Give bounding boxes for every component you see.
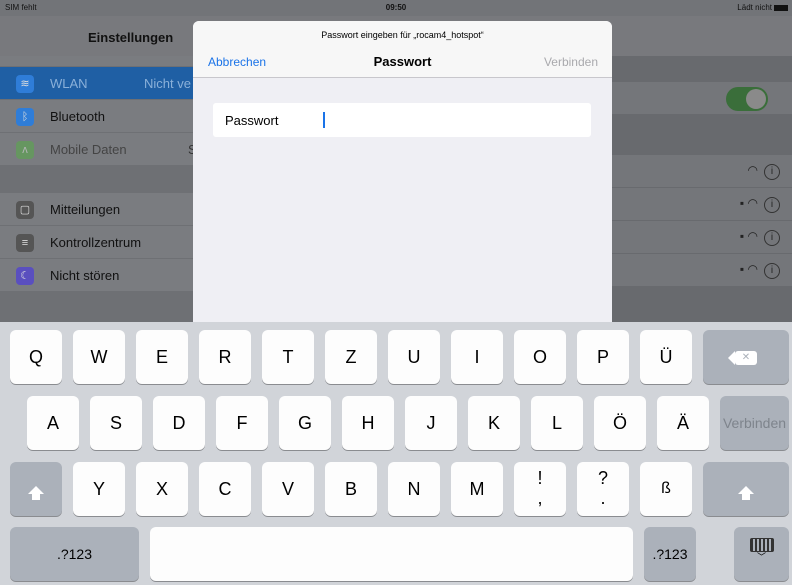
connect-button[interactable]: Verbinden <box>544 55 598 69</box>
wlan-toggle[interactable] <box>726 87 768 111</box>
return-connect-key[interactable]: Verbinden <box>720 396 789 450</box>
info-icon[interactable]: i <box>764 197 780 213</box>
key-bottom-char: . <box>600 488 606 508</box>
key-j[interactable]: J <box>405 396 457 450</box>
key-a[interactable]: A <box>27 396 79 450</box>
key-g[interactable]: G <box>279 396 331 450</box>
password-field[interactable]: Passwort <box>213 103 591 137</box>
network-status-icons: ▪ ◠ i <box>740 262 780 279</box>
lock-icon: ▪ <box>739 262 745 276</box>
antenna-icon: ᴧ <box>16 141 34 159</box>
key-bottom-char: , <box>537 488 543 508</box>
sidebar-item-label: Mobile Daten <box>50 142 127 157</box>
keyboard-dismiss-key[interactable]: ﹀ <box>734 527 789 581</box>
key-p[interactable]: P <box>577 330 629 384</box>
sidebar-item-value: Nicht ve <box>144 76 191 91</box>
network-status-icons: ▪ ◠ i <box>740 229 780 246</box>
battery-status: Lädt nicht <box>737 3 788 12</box>
key-d[interactable]: D <box>153 396 205 450</box>
key-w[interactable]: W <box>73 330 125 384</box>
key-sharp-s[interactable]: ß <box>640 462 692 516</box>
shift-icon <box>28 486 44 501</box>
key-ue[interactable]: Ü <box>640 330 692 384</box>
key-top-char: ! <box>537 468 543 488</box>
text-cursor <box>323 112 325 128</box>
onscreen-keyboard: Q W E R T Z U I O P Ü ✕ A S D F G H J K … <box>0 322 792 585</box>
network-status-icons: ◠ i <box>748 163 780 180</box>
lock-icon: ▪ <box>739 196 745 210</box>
key-ae[interactable]: Ä <box>657 396 709 450</box>
key-x[interactable]: X <box>136 462 188 516</box>
key-e[interactable]: E <box>136 330 188 384</box>
moon-icon: ☾ <box>16 267 34 285</box>
key-o[interactable]: O <box>514 330 566 384</box>
network-status-icons: ▪ ◠ i <box>740 196 780 213</box>
key-oe[interactable]: Ö <box>594 396 646 450</box>
battery-icon <box>774 4 788 11</box>
info-icon[interactable]: i <box>764 164 780 180</box>
dialog-prompt: Passwort eingeben für „rocam4_hotspot“ <box>321 30 484 40</box>
key-l[interactable]: L <box>531 396 583 450</box>
status-bar: SIM fehlt 09:50 Lädt nicht <box>0 0 792 16</box>
bluetooth-icon: ᛒ <box>16 108 34 126</box>
key-v[interactable]: V <box>262 462 314 516</box>
key-b[interactable]: B <box>325 462 377 516</box>
password-dialog: Passwort eingeben für „rocam4_hotspot“ A… <box>193 21 612 326</box>
key-f[interactable]: F <box>216 396 268 450</box>
sidebar-item-label: WLAN <box>50 76 88 91</box>
sidebar-item-label: Kontrollzentrum <box>50 235 142 250</box>
shift-icon <box>738 486 754 501</box>
delete-key[interactable]: ✕ <box>703 330 789 384</box>
key-s[interactable]: S <box>90 396 142 450</box>
battery-text: Lädt nicht <box>737 3 772 12</box>
key-z[interactable]: Z <box>325 330 377 384</box>
notifications-icon: ▢ <box>16 201 34 219</box>
key-exclaim-comma[interactable]: ! , <box>514 462 566 516</box>
sidebar-item-label: Nicht stören <box>50 268 120 283</box>
key-t[interactable]: T <box>262 330 314 384</box>
info-icon[interactable]: i <box>764 263 780 279</box>
shift-key-left[interactable] <box>10 462 62 516</box>
numbers-key-left[interactable]: .?123 <box>10 527 139 581</box>
key-y[interactable]: Y <box>73 462 125 516</box>
control-center-icon: ≡ <box>16 234 34 252</box>
settings-title: Einstellungen <box>88 30 174 45</box>
dialog-header: Passwort eingeben für „rocam4_hotspot“ A… <box>193 21 612 78</box>
wifi-signal-icon: ◠ <box>747 163 758 177</box>
password-input[interactable] <box>303 108 583 132</box>
info-icon[interactable]: i <box>764 230 780 246</box>
key-n[interactable]: N <box>388 462 440 516</box>
key-r[interactable]: R <box>199 330 251 384</box>
keyboard-dismiss-icon: ﹀ <box>749 538 774 562</box>
wifi-signal-icon: ◠ <box>747 262 758 276</box>
clock-text: 09:50 <box>385 3 407 12</box>
wifi-signal-icon: ◠ <box>747 229 758 243</box>
key-h[interactable]: H <box>342 396 394 450</box>
key-k[interactable]: K <box>468 396 520 450</box>
key-top-char: ? <box>597 468 608 488</box>
wifi-signal-icon: ◠ <box>747 196 758 210</box>
key-m[interactable]: M <box>451 462 503 516</box>
password-label: Passwort <box>225 113 279 128</box>
key-c[interactable]: C <box>199 462 251 516</box>
sidebar-item-label: Mitteilungen <box>50 202 121 217</box>
key-question-period[interactable]: ? . <box>577 462 629 516</box>
space-bar[interactable] <box>150 527 633 581</box>
shift-key-right[interactable] <box>703 462 789 516</box>
delete-icon: ✕ <box>728 351 757 366</box>
key-u[interactable]: U <box>388 330 440 384</box>
numbers-key-right[interactable]: .?123 <box>644 527 696 581</box>
lock-icon: ▪ <box>739 229 745 243</box>
sidebar-item-label: Bluetooth <box>50 109 105 124</box>
key-q[interactable]: Q <box>10 330 62 384</box>
wifi-icon: ≋ <box>16 75 34 93</box>
key-i[interactable]: I <box>451 330 503 384</box>
